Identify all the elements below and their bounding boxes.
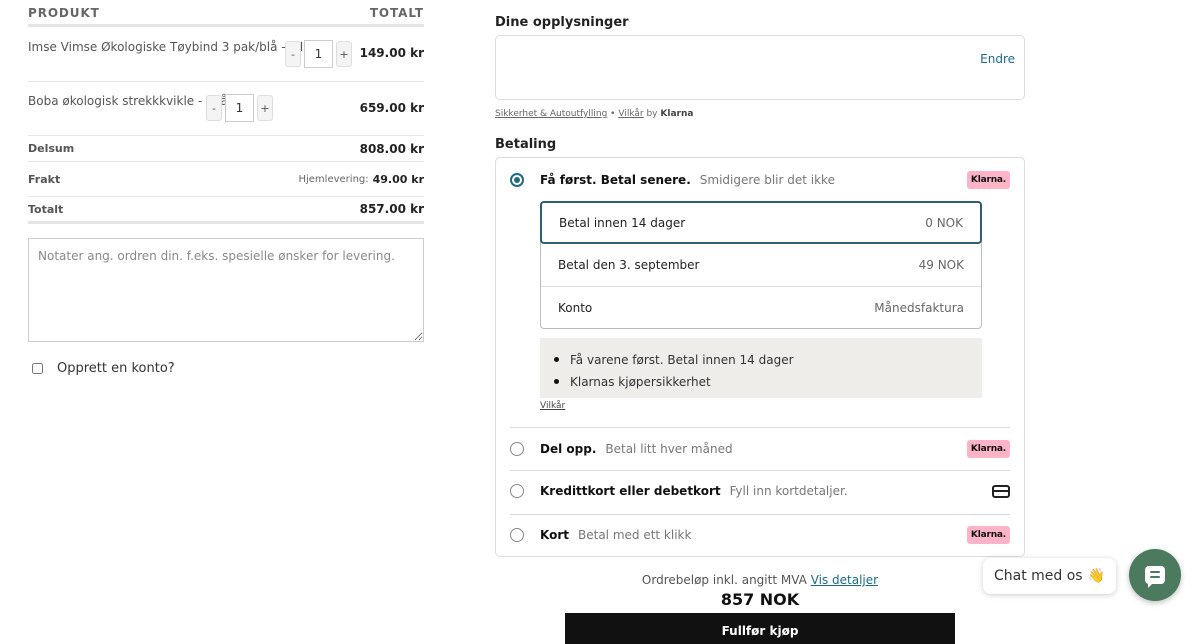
plan-account[interactable]: Konto Månedsfaktura — [541, 287, 981, 329]
klarna-logo-badge: Klarna. — [966, 526, 1010, 544]
option-title: Del opp. — [540, 442, 597, 456]
klarna-logo-badge: Klarna. — [966, 171, 1010, 189]
show-details-link[interactable]: Vis detaljer — [811, 573, 878, 587]
plan-label: Konto — [558, 301, 593, 315]
terms-link[interactable]: Vilkår — [618, 109, 643, 119]
klarna-logo-badge: Klarna. — [966, 440, 1010, 458]
summary-amount: 857 NOK — [720, 590, 800, 609]
summary-text: Ordrebeløp inkl. angitt MVA — [641, 573, 807, 587]
option-subtitle: Betal litt hver måned — [605, 442, 733, 456]
shipping-value: 49.00 kr — [372, 172, 424, 186]
option-subtitle: Smidigere blir det ikke — [699, 173, 835, 187]
order-summary: PRODUKT TOTALT Imse Vimse Økologiske Tøy… — [28, 0, 424, 376]
subtotal-label: Delsum — [28, 142, 75, 155]
option-subtitle: Fyll inn kortdetaljer. — [729, 484, 848, 498]
waving-hand-icon: 👋 — [1087, 568, 1106, 584]
option-title: Kredittkort eller debetkort — [540, 484, 721, 498]
column-header-product: PRODUKT — [28, 6, 100, 20]
divider — [510, 470, 1010, 471]
radio-selected[interactable] — [510, 173, 524, 187]
divider — [510, 427, 1010, 428]
plan-benefits: Få varene først. Betal innen 14 dager Kl… — [540, 338, 982, 398]
subtotal-row: Delsum 808.00 kr — [28, 136, 424, 162]
create-account-checkbox[interactable] — [32, 363, 43, 374]
payment-option-installments[interactable]: Del opp. Betal litt hver måned Klarna. — [510, 440, 1010, 458]
plan-label: Betal innen 14 dager — [559, 215, 686, 230]
shipping-method: Hjemlevering: — [298, 173, 369, 185]
product-row: Imse Vimse Økologiske Tøybind 3 pak/blå … — [28, 27, 424, 82]
chat-prompt-bubble[interactable]: Chat med os 👋 — [983, 558, 1116, 594]
plan-14-days[interactable]: Betal innen 14 dager 0 NOK — [540, 201, 982, 244]
total-label: Totalt — [28, 202, 64, 216]
complete-purchase-button[interactable]: Fullfør kjøp — [565, 613, 955, 644]
benefit-item: Få varene først. Betal innen 14 dager — [554, 349, 968, 371]
klarna-brand: Klarna — [660, 109, 694, 119]
product-row: Boba økologisk strekkkvikle - Grå - + 65… — [28, 82, 424, 136]
chat-prompt-text: Chat med os — [993, 568, 1083, 584]
plan-amount: Månedsfaktura — [874, 301, 964, 315]
quantity-input[interactable] — [225, 94, 254, 122]
payment-option-one-click[interactable]: Kort Betal med ett klikk Klarna. — [510, 526, 1010, 544]
quantity-decrease-button[interactable]: - — [206, 95, 222, 121]
column-header-total: TOTALT — [369, 6, 424, 20]
quantity-increase-button[interactable]: + — [257, 95, 273, 121]
chat-icon — [1145, 566, 1165, 588]
quantity-decrease-button[interactable]: - — [285, 41, 301, 67]
shipping-label: Frakt — [28, 172, 61, 186]
security-autofill-link[interactable]: Sikkerhet & Autoutfylling — [495, 109, 607, 119]
legal-separator: • — [610, 109, 616, 119]
create-account-option[interactable]: Opprett en konto? — [32, 361, 175, 376]
quantity-increase-button[interactable]: + — [336, 41, 352, 67]
payment-methods: Få først. Betal senere. Smidigere blir d… — [495, 157, 1025, 557]
order-table-header: PRODUKT TOTALT — [28, 0, 424, 27]
total-value: 857.00 kr — [359, 202, 424, 216]
quantity-input[interactable] — [304, 40, 333, 68]
legal-by: by — [646, 109, 658, 119]
quantity-stepper: - + — [285, 40, 352, 68]
order-amount-summary: Ordrebeløp inkl. angitt MVA Vis detaljer — [495, 573, 1025, 587]
radio-unselected[interactable] — [510, 484, 524, 498]
payment-option-pay-later[interactable]: Få først. Betal senere. Smidigere blir d… — [510, 171, 1010, 189]
shipping-row: Frakt Hjemlevering: 49.00 kr — [28, 162, 424, 197]
quantity-stepper: - + — [206, 94, 273, 122]
order-notes-field[interactable] — [28, 238, 424, 342]
customer-details-box: Endre — [495, 35, 1025, 100]
credit-card-icon — [992, 484, 1010, 498]
product-name: Imse Vimse Økologiske Tøybind 3 pak/blå … — [28, 40, 316, 54]
plan-amount: 49 NOK — [918, 258, 964, 272]
option-title: Kort — [540, 528, 569, 542]
edit-details-link[interactable]: Endre — [980, 52, 1015, 66]
payment-option-card[interactable]: Kredittkort eller debetkort Fyll inn kor… — [510, 484, 1010, 498]
plan-amount: 0 NOK — [925, 215, 963, 230]
option-title: Få først. Betal senere. — [540, 173, 691, 187]
option-subtitle: Betal med ett klikk — [578, 528, 692, 542]
details-heading: Dine opplysninger — [495, 15, 629, 30]
pay-later-plans: Betal innen 14 dager 0 NOK Betal den 3. … — [540, 201, 982, 329]
product-name: Boba økologisk strekkkvikle - Grå — [28, 94, 228, 108]
chat-launcher-button[interactable] — [1129, 549, 1181, 601]
product-price: 149.00 kr — [359, 46, 424, 60]
payment-heading: Betaling — [495, 137, 557, 152]
product-price: 659.00 kr — [359, 101, 424, 115]
create-account-label: Opprett en konto? — [57, 361, 175, 376]
klarna-legal-line: Sikkerhet & Autoutfylling • Vilkår by Kl… — [495, 109, 693, 119]
radio-unselected[interactable] — [510, 442, 524, 456]
total-row: Totalt 857.00 kr — [28, 197, 424, 224]
subtotal-value: 808.00 kr — [359, 141, 424, 156]
plan-label: Betal den 3. september — [558, 258, 700, 272]
plan-terms-link[interactable]: Vilkår — [540, 401, 565, 411]
benefit-item: Klarnas kjøpersikkerhet — [554, 371, 968, 393]
divider — [510, 514, 1010, 515]
radio-unselected[interactable] — [510, 528, 524, 542]
plan-september[interactable]: Betal den 3. september 49 NOK — [541, 244, 981, 287]
